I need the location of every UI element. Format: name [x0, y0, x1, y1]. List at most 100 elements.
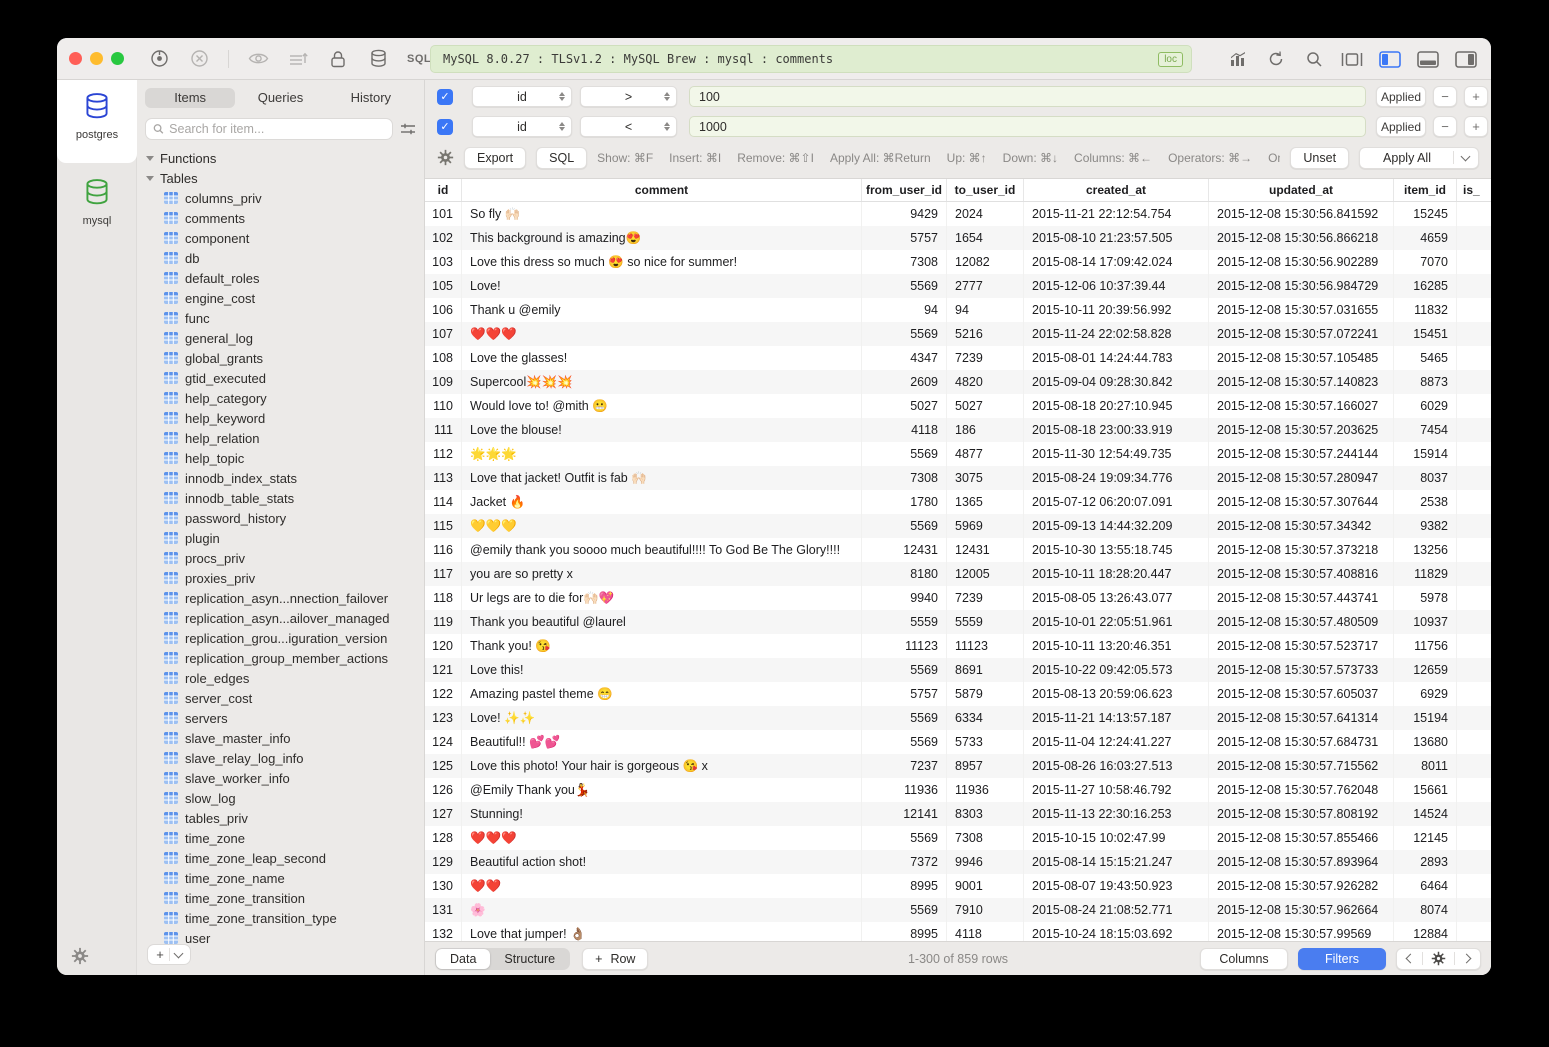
- cell-updated_at[interactable]: 2015-12-08 15:30:57.926282: [1209, 874, 1394, 898]
- cell-comment[interactable]: 💛💛💛: [462, 514, 862, 538]
- cell-id[interactable]: 117: [425, 562, 462, 586]
- table-row[interactable]: 106Thank u @emily94942015-10-11 20:39:56…: [425, 298, 1491, 322]
- cell-from_user_id[interactable]: 7372: [862, 850, 947, 874]
- cell-created_at[interactable]: 2015-11-24 22:02:58.828: [1024, 322, 1209, 346]
- group-tables[interactable]: Tables: [137, 168, 424, 188]
- cell-id[interactable]: 113: [425, 466, 462, 490]
- cell-id[interactable]: 110: [425, 394, 462, 418]
- connect-icon[interactable]: [148, 48, 170, 70]
- cell-comment[interactable]: ❤️❤️: [462, 874, 862, 898]
- cell-updated_at[interactable]: 2015-12-08 15:30:56.866218: [1209, 226, 1394, 250]
- cell-is_[interactable]: [1457, 898, 1491, 922]
- cell-to_user_id[interactable]: 8957: [947, 754, 1024, 778]
- cell-is_[interactable]: [1457, 490, 1491, 514]
- structure-tab-button[interactable]: Structure: [490, 949, 569, 969]
- table-row[interactable]: 122Amazing pastel theme 😁575758792015-08…: [425, 682, 1491, 706]
- cell-is_[interactable]: [1457, 442, 1491, 466]
- cell-is_[interactable]: [1457, 754, 1491, 778]
- table-item-help_keyword[interactable]: help_keyword: [137, 408, 424, 428]
- table-item-slow_log[interactable]: slow_log: [137, 788, 424, 808]
- sql-button[interactable]: SQL: [536, 147, 587, 169]
- cell-from_user_id[interactable]: 1780: [862, 490, 947, 514]
- cell-to_user_id[interactable]: 11123: [947, 634, 1024, 658]
- table-item-global_grants[interactable]: global_grants: [137, 348, 424, 368]
- cell-updated_at[interactable]: 2015-12-08 15:30:57.641314: [1209, 706, 1394, 730]
- cell-item_id[interactable]: 11829: [1394, 562, 1457, 586]
- cell-from_user_id[interactable]: 8995: [862, 874, 947, 898]
- cell-updated_at[interactable]: 2015-12-08 15:30:57.203625: [1209, 418, 1394, 442]
- database-icon[interactable]: [367, 48, 389, 70]
- cell-to_user_id[interactable]: 7910: [947, 898, 1024, 922]
- cell-item_id[interactable]: 8074: [1394, 898, 1457, 922]
- cell-from_user_id[interactable]: 11123: [862, 634, 947, 658]
- cell-from_user_id[interactable]: 2609: [862, 370, 947, 394]
- cell-to_user_id[interactable]: 12431: [947, 538, 1024, 562]
- cell-item_id[interactable]: 8037: [1394, 466, 1457, 490]
- cell-updated_at[interactable]: 2015-12-08 15:30:57.523717: [1209, 634, 1394, 658]
- cell-updated_at[interactable]: 2015-12-08 15:30:57.408816: [1209, 562, 1394, 586]
- cell-updated_at[interactable]: 2015-12-08 15:30:57.962664: [1209, 898, 1394, 922]
- cell-id[interactable]: 116: [425, 538, 462, 562]
- filter-gear-icon[interactable]: [437, 149, 454, 166]
- add-row-button[interactable]: + Row: [582, 948, 648, 970]
- cell-item_id[interactable]: 14524: [1394, 802, 1457, 826]
- filter-enabled-checkbox[interactable]: ✓: [437, 119, 453, 135]
- cell-comment[interactable]: This background is amazing😍: [462, 226, 862, 250]
- cell-created_at[interactable]: 2015-10-11 13:20:46.351: [1024, 634, 1209, 658]
- cell-comment[interactable]: @emily thank you soooo much beautiful!!!…: [462, 538, 862, 562]
- cell-item_id[interactable]: 4659: [1394, 226, 1457, 250]
- cell-created_at[interactable]: 2015-11-04 12:24:41.227: [1024, 730, 1209, 754]
- table-item-servers[interactable]: servers: [137, 708, 424, 728]
- table-item-default_roles[interactable]: default_roles: [137, 268, 424, 288]
- cell-to_user_id[interactable]: 2024: [947, 202, 1024, 226]
- remove-filter-button[interactable]: −: [1433, 116, 1457, 137]
- column-header-to_user_id[interactable]: to_user_id: [947, 179, 1024, 201]
- cell-created_at[interactable]: 2015-10-30 13:55:18.745: [1024, 538, 1209, 562]
- cell-created_at[interactable]: 2015-10-01 22:05:51.961: [1024, 610, 1209, 634]
- table-item-time_zone_leap_second[interactable]: time_zone_leap_second: [137, 848, 424, 868]
- table-item-procs_priv[interactable]: procs_priv: [137, 548, 424, 568]
- cell-id[interactable]: 132: [425, 922, 462, 941]
- cell-from_user_id[interactable]: 7308: [862, 250, 947, 274]
- table-item-replication_group_member_actions[interactable]: replication_group_member_actions: [137, 648, 424, 668]
- cell-is_[interactable]: [1457, 466, 1491, 490]
- filter-operator-select[interactable]: <: [580, 116, 677, 137]
- cell-comment[interactable]: Love the glasses!: [462, 346, 862, 370]
- cell-updated_at[interactable]: 2015-12-08 15:30:57.105485: [1209, 346, 1394, 370]
- cell-item_id[interactable]: 7454: [1394, 418, 1457, 442]
- column-header-comment[interactable]: comment: [462, 179, 862, 201]
- cell-from_user_id[interactable]: 7308: [862, 466, 947, 490]
- table-item-help_relation[interactable]: help_relation: [137, 428, 424, 448]
- apply-all-button[interactable]: Apply All: [1359, 147, 1479, 169]
- table-item-plugin[interactable]: plugin: [137, 528, 424, 548]
- table-item-engine_cost[interactable]: engine_cost: [137, 288, 424, 308]
- table-row[interactable]: 130❤️❤️899590012015-08-07 19:43:50.92320…: [425, 874, 1491, 898]
- cell-comment[interactable]: Ur legs are to die for🙌🏻💖: [462, 586, 862, 610]
- filter-column-select[interactable]: id: [472, 116, 572, 137]
- table-item-proxies_priv[interactable]: proxies_priv: [137, 568, 424, 588]
- table-row[interactable]: 109Supercool💥💥💥260948202015-09-04 09:28:…: [425, 370, 1491, 394]
- table-item-password_history[interactable]: password_history: [137, 508, 424, 528]
- table-item-comments[interactable]: comments: [137, 208, 424, 228]
- cell-from_user_id[interactable]: 12431: [862, 538, 947, 562]
- cell-id[interactable]: 101: [425, 202, 462, 226]
- table-item-help_category[interactable]: help_category: [137, 388, 424, 408]
- cell-item_id[interactable]: 15914: [1394, 442, 1457, 466]
- cell-item_id[interactable]: 13256: [1394, 538, 1457, 562]
- cell-from_user_id[interactable]: 5569: [862, 898, 947, 922]
- cell-id[interactable]: 102: [425, 226, 462, 250]
- cell-item_id[interactable]: 9382: [1394, 514, 1457, 538]
- cell-from_user_id[interactable]: 5569: [862, 730, 947, 754]
- table-row[interactable]: 129Beautiful action shot!737299462015-08…: [425, 850, 1491, 874]
- cell-from_user_id[interactable]: 5569: [862, 322, 947, 346]
- layout-left-icon[interactable]: [1379, 48, 1401, 70]
- add-filter-button[interactable]: +: [1464, 86, 1488, 107]
- cell-is_[interactable]: [1457, 226, 1491, 250]
- cell-created_at[interactable]: 2015-08-14 17:09:42.024: [1024, 250, 1209, 274]
- table-row[interactable]: 110Would love to! @mith 😬502750272015-08…: [425, 394, 1491, 418]
- add-item-button[interactable]: +: [147, 944, 191, 965]
- cell-to_user_id[interactable]: 1365: [947, 490, 1024, 514]
- tab-items[interactable]: Items: [145, 88, 235, 108]
- cell-item_id[interactable]: 10937: [1394, 610, 1457, 634]
- cell-updated_at[interactable]: 2015-12-08 15:30:57.855466: [1209, 826, 1394, 850]
